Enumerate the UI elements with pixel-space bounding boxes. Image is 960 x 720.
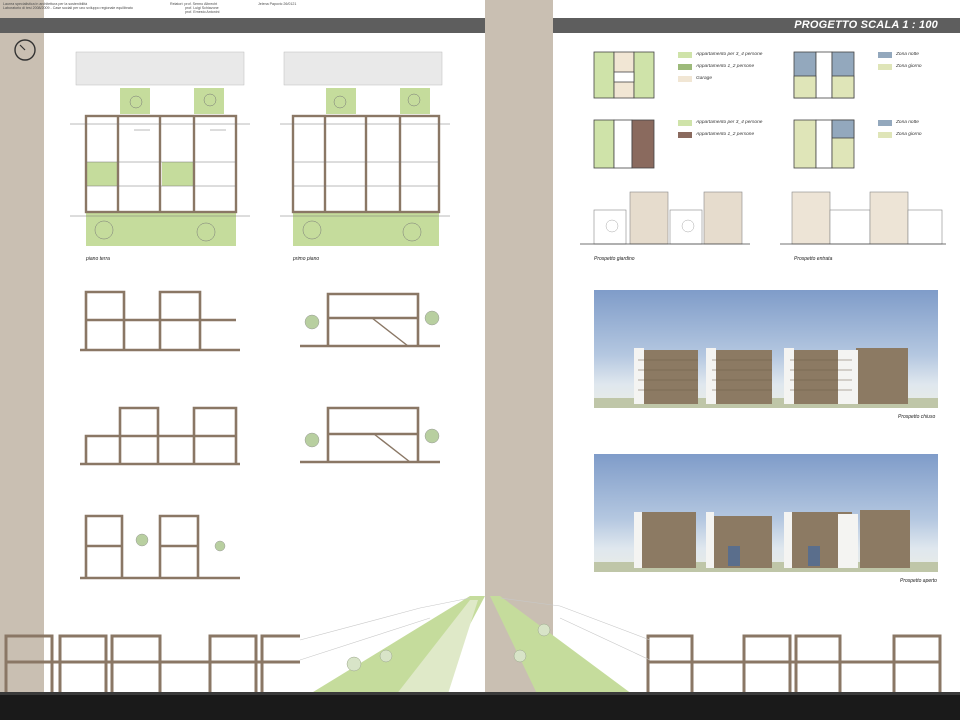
section-corner-label: Sez: [950, 684, 959, 690]
street-section: [0, 596, 960, 720]
